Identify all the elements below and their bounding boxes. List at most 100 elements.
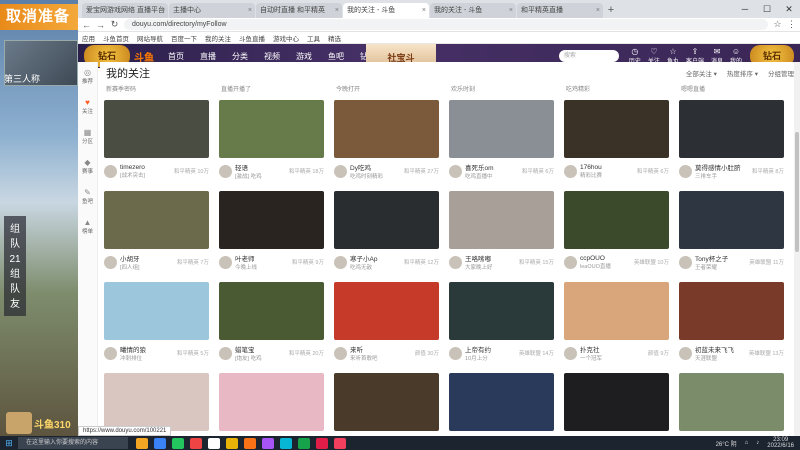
browser-tab[interactable]: 我的关注 - 斗鱼 × xyxy=(430,3,516,18)
tab-close-icon[interactable]: × xyxy=(596,3,600,18)
stream-card[interactable]: 曦情的狼 冲刺排位 和平精英 5万 xyxy=(104,282,209,367)
partial-card-title[interactable]: 嗯嗯直播 xyxy=(677,84,783,100)
team-panel[interactable]: 组队 21 组队友 xyxy=(4,216,26,316)
stream-thumbnail[interactable] xyxy=(449,191,554,249)
streamer-name[interactable]: 喜死乐om xyxy=(465,162,519,172)
stream-card[interactable]: 扑克社 一个冠军 颜值 9万 xyxy=(564,282,669,367)
streamer-name[interactable]: 小胡牙 xyxy=(120,253,174,263)
url-input[interactable]: douyu.com/directory/myFollow xyxy=(124,19,768,30)
taskbar-app-icon[interactable] xyxy=(316,437,328,449)
reload-icon[interactable]: ↻ xyxy=(110,19,119,30)
stream-thumbnail[interactable] xyxy=(104,282,209,340)
bookmark-item[interactable]: 我的关注 xyxy=(205,33,231,43)
stream-thumbnail[interactable] xyxy=(334,191,439,249)
stream-card[interactable]: timezero [战术突击] 和平精英 10万 xyxy=(104,100,209,185)
avatar[interactable] xyxy=(564,164,577,178)
stream-thumbnail[interactable] xyxy=(449,373,554,431)
tab-close-icon[interactable]: × xyxy=(248,3,252,18)
stream-thumbnail[interactable] xyxy=(219,100,324,158)
avatar[interactable] xyxy=(104,164,117,178)
partial-card-title[interactable]: 欢乐时刻 xyxy=(447,84,553,100)
streamer-name[interactable]: 176hou xyxy=(580,164,634,171)
sidebar-item[interactable]: ✎ 鱼吧 xyxy=(78,182,97,212)
streamer-name[interactable]: Tony杯之子 xyxy=(695,253,746,263)
cancel-ready-banner[interactable]: 取消准备 xyxy=(0,4,78,30)
bookmark-item[interactable]: 斗鱼首页 xyxy=(103,33,129,43)
taskbar-app-icon[interactable] xyxy=(226,437,238,449)
stream-thumbnail[interactable] xyxy=(564,373,669,431)
streamer-name[interactable]: timezero xyxy=(120,164,171,171)
tab-close-icon[interactable]: × xyxy=(161,3,165,18)
streamer-name[interactable]: 轻语 xyxy=(235,162,286,172)
scrollbar[interactable] xyxy=(794,62,800,436)
avatar[interactable] xyxy=(104,255,117,269)
maximize-icon[interactable]: ☐ xyxy=(756,0,778,18)
windows-start-icon[interactable]: ⊞ xyxy=(0,438,18,449)
avatar[interactable] xyxy=(334,346,347,360)
new-tab-button[interactable]: + xyxy=(604,3,618,18)
nav-item[interactable]: 鱼吧 xyxy=(328,51,344,62)
stream-card[interactable]: 喜死乐om 吃鸡直播中 和平精英 6万 xyxy=(449,100,554,185)
star-icon[interactable]: ☆ xyxy=(773,19,782,30)
back-icon[interactable]: ← xyxy=(82,20,91,30)
avatar[interactable] xyxy=(219,255,232,269)
stream-thumbnail[interactable] xyxy=(334,282,439,340)
stream-card[interactable]: 叶老师 今晚上线 和平精英 9万 xyxy=(219,191,324,276)
stream-card[interactable]: 团战蓝色方英雄联盟 9万 xyxy=(449,373,554,436)
taskbar-app-icon[interactable] xyxy=(280,437,292,449)
stream-thumbnail[interactable] xyxy=(219,191,324,249)
stream-card[interactable]: Dy吃鸡 吃鸡时刻精彩 和平精英 27万 xyxy=(334,100,439,185)
avatar[interactable] xyxy=(679,255,692,269)
stream-thumbnail[interactable] xyxy=(219,373,324,431)
menu-icon[interactable]: ⋮ xyxy=(787,19,796,30)
sidebar-item[interactable]: ◆ 赛事 xyxy=(78,152,97,182)
streamer-name[interactable]: 上帝有约 xyxy=(465,344,516,354)
browser-tab[interactable]: 和平精英直播 × xyxy=(517,3,603,18)
stream-card[interactable]: 黑夜直播中和平精英 6万 xyxy=(564,373,669,436)
sidebar-item[interactable]: ♥ 关注 xyxy=(78,92,97,122)
avatar[interactable] xyxy=(334,164,347,178)
avatar[interactable] xyxy=(104,346,117,360)
stream-thumbnail[interactable] xyxy=(104,191,209,249)
filter-control[interactable]: 全部关注 ▾ xyxy=(686,68,717,78)
avatar[interactable] xyxy=(449,255,462,269)
avatar[interactable] xyxy=(564,255,577,269)
stream-card[interactable]: 轻语 [激战] 吃鸡 和平精英 18万 xyxy=(219,100,324,185)
streamer-name[interactable]: 来听 xyxy=(350,344,412,354)
bookmark-item[interactable]: 游戏中心 xyxy=(273,33,299,43)
nav-item[interactable]: 视频 xyxy=(264,51,280,62)
bookmark-item[interactable]: 网站导航 xyxy=(137,33,163,43)
stream-thumbnail[interactable] xyxy=(104,373,209,431)
stream-card[interactable]: 沙漠行者荒野求生和平精英 4万 xyxy=(679,373,784,436)
streamer-name[interactable]: 蜡笔宝 xyxy=(235,344,286,354)
streamer-name[interactable]: 莫得感情小肚脐 xyxy=(695,162,749,172)
partial-card-title[interactable]: 直播开播了 xyxy=(217,84,323,100)
browser-tab[interactable]: 主播中心 × xyxy=(169,3,255,18)
taskbar-app-icon[interactable] xyxy=(334,437,346,449)
browser-tab[interactable]: 爱宝网游戏网络 直播平台 × xyxy=(82,3,168,18)
browser-tab[interactable]: 我的关注 - 斗鱼 × xyxy=(343,3,429,18)
streamer-name[interactable]: ccpOUO xyxy=(580,255,631,262)
partial-card-title[interactable]: 吃鸡精彩 xyxy=(562,84,668,100)
taskbar-app-icon[interactable] xyxy=(244,437,256,449)
stream-thumbnail[interactable] xyxy=(679,282,784,340)
taskbar-app-icon[interactable] xyxy=(172,437,184,449)
streamer-name[interactable]: Dy吃鸡 xyxy=(350,162,401,172)
stream-thumbnail[interactable] xyxy=(564,191,669,249)
stream-thumbnail[interactable] xyxy=(334,100,439,158)
stream-card[interactable]: 大神团晋级冲刺英雄联盟 16万 xyxy=(334,373,439,436)
clock[interactable]: 23:09 2022/6/16 xyxy=(767,437,794,450)
stream-card[interactable]: Tony杯之子 王者荣耀 英雄联盟 11万 xyxy=(679,191,784,276)
minimize-icon[interactable]: ─ xyxy=(734,0,756,18)
filter-control[interactable]: 热度排序 ▾ xyxy=(727,68,758,78)
tab-close-icon[interactable]: × xyxy=(335,3,339,18)
streamer-name[interactable]: 叶老师 xyxy=(235,253,289,263)
stream-card[interactable]: 小胡牙 [四人组] 和平精英 7万 xyxy=(104,191,209,276)
stream-card[interactable]: 王咯嗦嘟 大家晚上好 和平精英 15万 xyxy=(449,191,554,276)
partial-card-title[interactable]: 新赛季密码 xyxy=(102,84,208,100)
bookmark-item[interactable]: 工具 xyxy=(307,33,320,43)
taskbar-app-icon[interactable] xyxy=(208,437,220,449)
browser-tab[interactable]: 自动时直播 和平精英 × xyxy=(256,3,342,18)
stream-card[interactable]: 寒子小Ap 吃鸡无敌 和平精英 12万 xyxy=(334,191,439,276)
search-input[interactable]: 搜索 xyxy=(558,50,619,62)
